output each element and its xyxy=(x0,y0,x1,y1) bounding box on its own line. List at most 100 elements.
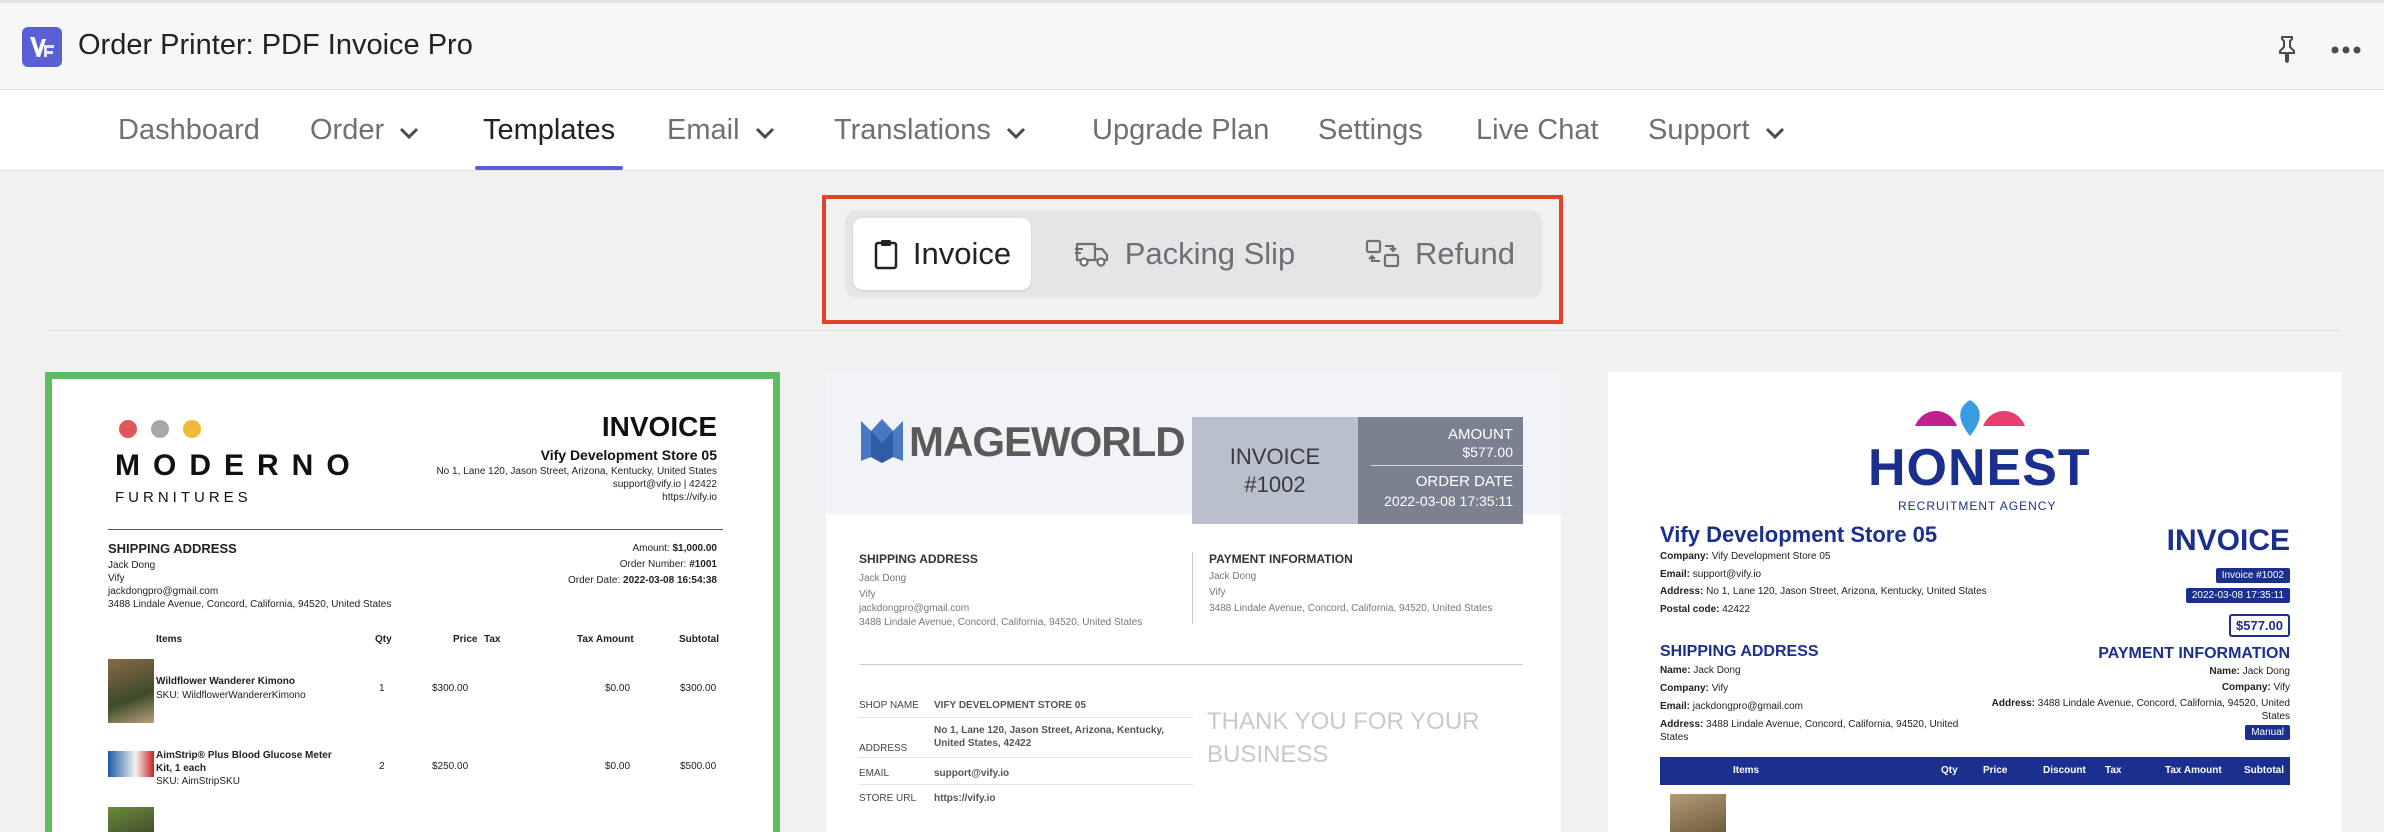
date-value: 2022-03-08 17:35:11 xyxy=(1384,493,1513,509)
nav-live-chat[interactable]: Live Chat xyxy=(1476,114,1599,170)
ship-email: jackdongpro@gmail.com xyxy=(1692,701,1803,712)
ship-name: Jack Dong xyxy=(859,573,907,584)
col-tax: Tax xyxy=(484,634,501,645)
col-price: Price xyxy=(453,634,478,645)
col-price: Price xyxy=(1983,765,2008,776)
main-nav: Dashboard Order Templates Email Translat… xyxy=(0,90,2384,171)
nav-support-label: Support xyxy=(1648,114,1750,146)
brand-subtitle: FURNITURES xyxy=(115,489,252,506)
email-label: Email: xyxy=(1660,569,1691,580)
order-label: Order Number: xyxy=(619,559,687,570)
pay-address-label: Address: xyxy=(1991,698,2035,709)
ship-email: jackdongpro@gmail.com xyxy=(859,603,970,614)
nav-translations[interactable]: Translations xyxy=(834,114,1027,170)
store-url: https://vify.io xyxy=(662,492,717,503)
nav-dashboard[interactable]: Dashboard xyxy=(118,114,260,170)
nav-templates[interactable]: Templates xyxy=(474,114,624,170)
chevron-down-icon xyxy=(398,115,420,148)
shop-name: VIFY DEVELOPMENT STORE 05 xyxy=(934,700,1086,711)
mageworld-brand: MAGEWORLD xyxy=(909,418,1186,465)
ship-name-line: Name: Jack Dong xyxy=(1660,664,1741,677)
invoice-number: #1002 xyxy=(1244,472,1306,497)
ship-company: Vify xyxy=(1711,683,1729,694)
row-1-sku: SKU: WildflowerWandererKimono xyxy=(156,690,306,701)
tab-refund[interactable]: Refund xyxy=(1350,218,1530,290)
app-title: Order Printer: PDF Invoice Pro xyxy=(78,29,473,61)
nav-support[interactable]: Support xyxy=(1648,114,1786,170)
col-subtotal: Subtotal xyxy=(2244,765,2284,776)
ship-name: Jack Dong xyxy=(108,560,156,571)
col-items: Items xyxy=(156,634,183,645)
tab-invoice[interactable]: Invoice xyxy=(853,218,1031,290)
col-tax: Tax xyxy=(2105,765,2122,776)
address-label: ADDRESS xyxy=(859,743,908,754)
truck-icon xyxy=(1074,242,1108,267)
nav-email[interactable]: Email xyxy=(667,114,776,170)
store-name: Vify Development Store 05 xyxy=(540,447,717,463)
row-1-name: Wildflower Wanderer Kimono xyxy=(156,676,295,687)
pay-company: Vify xyxy=(2273,682,2291,693)
row-1-subtotal: $300.00 xyxy=(680,683,717,694)
header-rule xyxy=(108,529,723,530)
nav-settings[interactable]: Settings xyxy=(1318,114,1423,170)
chevron-down-icon xyxy=(754,115,776,148)
nav-order-label: Order xyxy=(310,114,385,146)
col-items: Items xyxy=(1733,765,1760,776)
template-card-mageworld[interactable]: MAGEWORLD INVOICE #1002 AMOUNT $577.00 O… xyxy=(826,372,1561,832)
brand-name: MODERNO xyxy=(115,449,363,482)
pin-icon[interactable] xyxy=(2272,33,2302,63)
shipping-title: SHIPPING ADDRESS xyxy=(1660,643,1819,660)
amount-rule xyxy=(1371,465,1523,466)
honest-tagline: RECRUITMENT AGENCY xyxy=(1898,499,2057,513)
amount-badge: $577.00 xyxy=(2229,614,2290,637)
store-url-label: STORE URL xyxy=(859,793,917,804)
postal-line: Postal code: 42422 xyxy=(1660,603,1750,616)
nav-order[interactable]: Order xyxy=(310,114,420,170)
template-card-moderno[interactable]: MODERNO FURNITURES INVOICE Vify Developm… xyxy=(45,372,780,832)
pay-address: 3488 Lindale Avenue, Concord, California… xyxy=(1209,603,1493,614)
store-name: Vify Development Store 05 xyxy=(1660,522,1938,547)
order-line: Order Number: #1001 xyxy=(620,558,717,571)
row-2-tax-amount: $0.00 xyxy=(605,761,631,772)
more-horizontal-icon[interactable] xyxy=(2330,35,2362,65)
tab-refund-label: Refund xyxy=(1415,236,1515,271)
template-card-honest[interactable]: HONEST RECRUITMENT AGENCY Vify Developme… xyxy=(1608,372,2342,832)
nav-dashboard-label: Dashboard xyxy=(118,114,260,146)
mageworld-logo-icon xyxy=(859,417,905,470)
email-label: EMAIL xyxy=(859,768,890,779)
product-image xyxy=(108,751,154,777)
row-rule xyxy=(859,784,1193,785)
store-address: No 1, Lane 120, Jason Street, Arizona, K… xyxy=(436,466,717,477)
invoice-box xyxy=(1192,417,1358,524)
nav-templates-label: Templates xyxy=(483,114,616,146)
invoice-heading: INVOICE xyxy=(601,411,717,442)
ship-email: jackdongpro@gmail.com xyxy=(108,586,219,597)
payment-method-badge: Manual xyxy=(2245,725,2290,740)
row-1-tax-amount: $0.00 xyxy=(605,683,631,694)
amount-label: AMOUNT xyxy=(1448,426,1513,443)
row-2-sku: SKU: AimStripSKU xyxy=(156,776,240,787)
row-2-subtotal: $500.00 xyxy=(680,761,717,772)
column-divider xyxy=(1192,552,1193,624)
payment-title: PAYMENT INFORMATION xyxy=(2098,645,2290,662)
amount-value: $1,000.00 xyxy=(672,543,718,554)
invoice-heading: INVOICE xyxy=(2166,524,2290,557)
ship-name-label: Name: xyxy=(1660,665,1691,676)
address-label: Address: xyxy=(1660,586,1704,597)
col-qty: Qty xyxy=(375,634,392,645)
store-url: https://vify.io xyxy=(934,793,996,804)
nav-upgrade-plan-label: Upgrade Plan xyxy=(1092,114,1270,146)
ship-company-line: Company: Vify xyxy=(1660,682,1728,695)
date-line: Order Date: 2022-03-08 16:54:38 xyxy=(568,574,717,587)
tab-packing-slip[interactable]: Packing Slip xyxy=(1065,218,1305,290)
row-rule xyxy=(859,757,1193,758)
row-1-price: $300.00 xyxy=(432,683,469,694)
pay-company-line: Company: Vify xyxy=(2222,681,2290,694)
ship-company: Vify xyxy=(859,589,876,600)
thank-you-note: THANK YOU FOR YOUR BUSINESS xyxy=(1207,708,1480,768)
date-badge: 2022-03-08 17:35:11 xyxy=(2185,588,2290,603)
shop-address: No 1, Lane 120, Jason Street, Arizona, K… xyxy=(934,725,1165,749)
company-value: Vify Development Store 05 xyxy=(1711,551,1831,562)
nav-upgrade-plan[interactable]: Upgrade Plan xyxy=(1092,114,1269,170)
clipboard-icon xyxy=(874,240,898,270)
